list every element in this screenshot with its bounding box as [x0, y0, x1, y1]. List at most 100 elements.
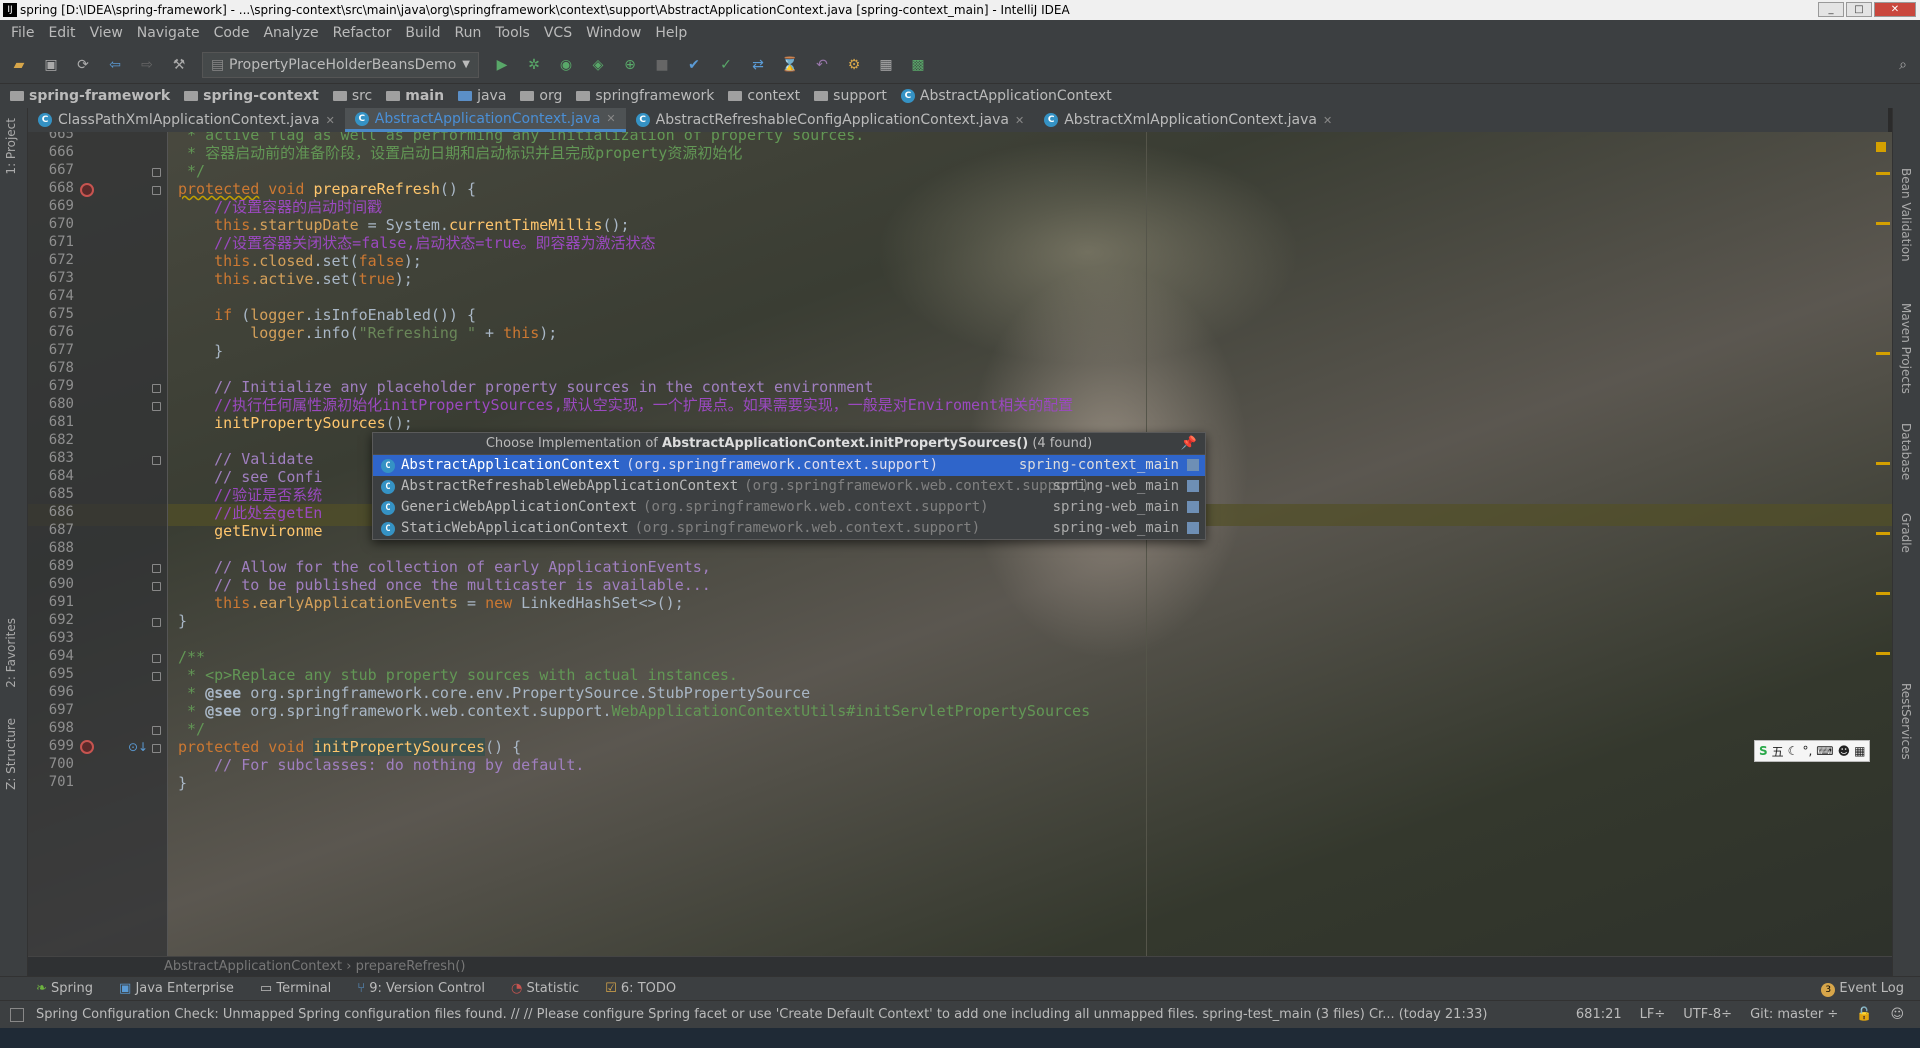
search-icon[interactable]: ⌕: [1894, 56, 1912, 74]
project-structure-icon[interactable]: ▦: [877, 56, 895, 74]
tool-version-control[interactable]: ⑂ 9: Version Control: [357, 981, 485, 996]
revert-icon[interactable]: ↶: [813, 56, 831, 74]
open-folder-icon[interactable]: ▰: [10, 56, 28, 74]
crumb-editor-method[interactable]: prepareRefresh(): [356, 959, 466, 974]
moon-icon[interactable]: ☾: [1788, 744, 1799, 758]
database-tool-button[interactable]: Database: [1899, 423, 1913, 480]
coverage-icon[interactable]: ◉: [557, 56, 575, 74]
close-button[interactable]: ✕: [1874, 2, 1916, 17]
menu-view[interactable]: View: [83, 25, 130, 41]
crumb-editor-class[interactable]: AbstractApplicationContext: [164, 959, 342, 974]
fold-marker-icon[interactable]: [152, 672, 161, 681]
line-separator[interactable]: LF÷: [1640, 1007, 1666, 1022]
tab-abstractrefreshableconfig[interactable]: C AbstractRefreshableConfigApplicationCon…: [626, 108, 1035, 132]
breakpoint-icon[interactable]: [80, 183, 94, 197]
fold-marker-icon[interactable]: [152, 582, 161, 591]
maven-tool-button[interactable]: Maven Projects: [1899, 303, 1913, 394]
build-icon[interactable]: ⚒: [170, 56, 188, 74]
lock-icon[interactable]: 🔓: [1856, 1007, 1872, 1022]
crumb-java[interactable]: java: [458, 88, 506, 104]
error-stripe-mark[interactable]: [1876, 592, 1890, 595]
crumb-main[interactable]: main: [386, 88, 444, 104]
stop-icon[interactable]: ■: [653, 56, 671, 74]
vcs-compare-icon[interactable]: ⇄: [749, 56, 767, 74]
git-branch[interactable]: Git: master ÷: [1750, 1007, 1838, 1022]
crumb-spring-framework[interactable]: spring-framework: [10, 88, 170, 104]
fold-marker-icon[interactable]: [152, 618, 161, 627]
crumb-spring-context[interactable]: spring-context: [184, 88, 319, 104]
close-icon[interactable]: ✕: [606, 112, 615, 125]
fold-marker-icon[interactable]: [152, 186, 161, 195]
error-stripe-mark[interactable]: [1876, 652, 1890, 655]
fold-marker-icon[interactable]: [152, 384, 161, 393]
sdk-icon[interactable]: ▩: [909, 56, 927, 74]
vcs-history-icon[interactable]: ⌛: [781, 56, 799, 74]
menu-navigate[interactable]: Navigate: [130, 25, 207, 41]
tab-abstractapplicationcontext[interactable]: C AbstractApplicationContext.java ✕: [344, 108, 626, 132]
error-stripe-mark[interactable]: [1876, 352, 1890, 355]
status-message[interactable]: Spring Configuration Check: Unmapped Spr…: [36, 1007, 1487, 1022]
fold-marker-icon[interactable]: [152, 744, 161, 753]
minimize-button[interactable]: _: [1818, 2, 1844, 17]
project-tool-button[interactable]: 1: Project: [4, 118, 18, 175]
crumb-context[interactable]: context: [728, 88, 800, 104]
implementation-item[interactable]: C StaticWebApplicationContext (org.springf…: [373, 518, 1205, 539]
favorites-tool-button[interactable]: 2: Favorites: [4, 618, 18, 688]
toggle-tool-windows-icon[interactable]: [10, 1007, 24, 1022]
user-icon[interactable]: ☻: [1838, 744, 1851, 758]
close-icon[interactable]: ✕: [1323, 114, 1332, 127]
debug-icon[interactable]: ✲: [525, 56, 543, 74]
close-icon[interactable]: ✕: [326, 114, 335, 127]
implementation-item[interactable]: C GenericWebApplicationContext (org.spring…: [373, 497, 1205, 518]
crumb-class[interactable]: C AbstractApplicationContext: [900, 88, 1112, 104]
profile-icon[interactable]: ◈: [589, 56, 607, 74]
attach-icon[interactable]: ⊕: [621, 56, 639, 74]
run-icon[interactable]: ▶: [493, 56, 511, 74]
menu-code[interactable]: Code: [207, 25, 257, 41]
settings-icon[interactable]: ⚙: [845, 56, 863, 74]
tab-abstractxml[interactable]: C AbstractXmlApplicationContext.java ✕: [1034, 108, 1342, 132]
tool-terminal[interactable]: ▭ Terminal: [260, 981, 331, 996]
fold-marker-icon[interactable]: [152, 456, 161, 465]
menu-edit[interactable]: Edit: [41, 25, 82, 41]
tool-java-enterprise[interactable]: ▣ Java Enterprise: [119, 981, 234, 996]
menu-window[interactable]: Window: [579, 25, 648, 41]
vcs-commit-icon[interactable]: ✓: [717, 56, 735, 74]
implementation-item[interactable]: C AbstractRefreshableWebApplicationContex…: [373, 476, 1205, 497]
menu-vcs[interactable]: VCS: [537, 25, 579, 41]
implementation-item[interactable]: C AbstractApplicationContext (org.springfr…: [373, 455, 1205, 476]
back-arrow-icon[interactable]: ⇦: [106, 56, 124, 74]
save-icon[interactable]: ▣: [42, 56, 60, 74]
warning-indicator-icon[interactable]: [1876, 142, 1886, 152]
fold-marker-icon[interactable]: [152, 168, 161, 177]
error-stripe-mark[interactable]: [1876, 172, 1890, 175]
menu-analyze[interactable]: Analyze: [256, 25, 325, 41]
file-encoding[interactable]: UTF-8÷: [1683, 1007, 1732, 1022]
pin-icon[interactable]: 📌: [1181, 433, 1197, 455]
grid-icon[interactable]: ▦: [1854, 744, 1865, 758]
tool-todo[interactable]: ☑ 6: TODO: [605, 981, 676, 996]
forward-arrow-icon[interactable]: ⇨: [138, 56, 156, 74]
close-icon[interactable]: ✕: [1015, 114, 1024, 127]
vcs-update-icon[interactable]: ✔: [685, 56, 703, 74]
menu-file[interactable]: File: [4, 25, 41, 41]
bean-validation-tool-button[interactable]: Bean Validation: [1899, 168, 1913, 262]
menu-build[interactable]: Build: [398, 25, 447, 41]
fold-marker-icon[interactable]: [152, 726, 161, 735]
ime-toolbar[interactable]: S 五 ☾ °, ⌨ ☻ ▦: [1754, 740, 1871, 762]
tab-classpathxml[interactable]: C ClassPathXmlApplicationContext.java ✕: [28, 108, 345, 132]
override-marker-icon[interactable]: ⊙↓: [128, 740, 148, 754]
tool-spring[interactable]: ❧ Spring: [36, 981, 93, 996]
code-area[interactable]: * active flag as well as performing any …: [168, 132, 1892, 956]
event-log-button[interactable]: 3 Event Log: [1821, 981, 1904, 997]
crumb-springframework[interactable]: springframework: [576, 88, 714, 104]
breakpoint-icon[interactable]: [80, 740, 94, 754]
crumb-org[interactable]: org: [520, 88, 562, 104]
menu-tools[interactable]: Tools: [488, 25, 537, 41]
menu-help[interactable]: Help: [648, 25, 694, 41]
fold-marker-icon[interactable]: [152, 654, 161, 663]
menu-run[interactable]: Run: [448, 25, 489, 41]
fold-marker-icon[interactable]: [152, 564, 161, 573]
caret-position[interactable]: 681:21: [1576, 1007, 1622, 1022]
gradle-tool-button[interactable]: Gradle: [1899, 513, 1913, 553]
